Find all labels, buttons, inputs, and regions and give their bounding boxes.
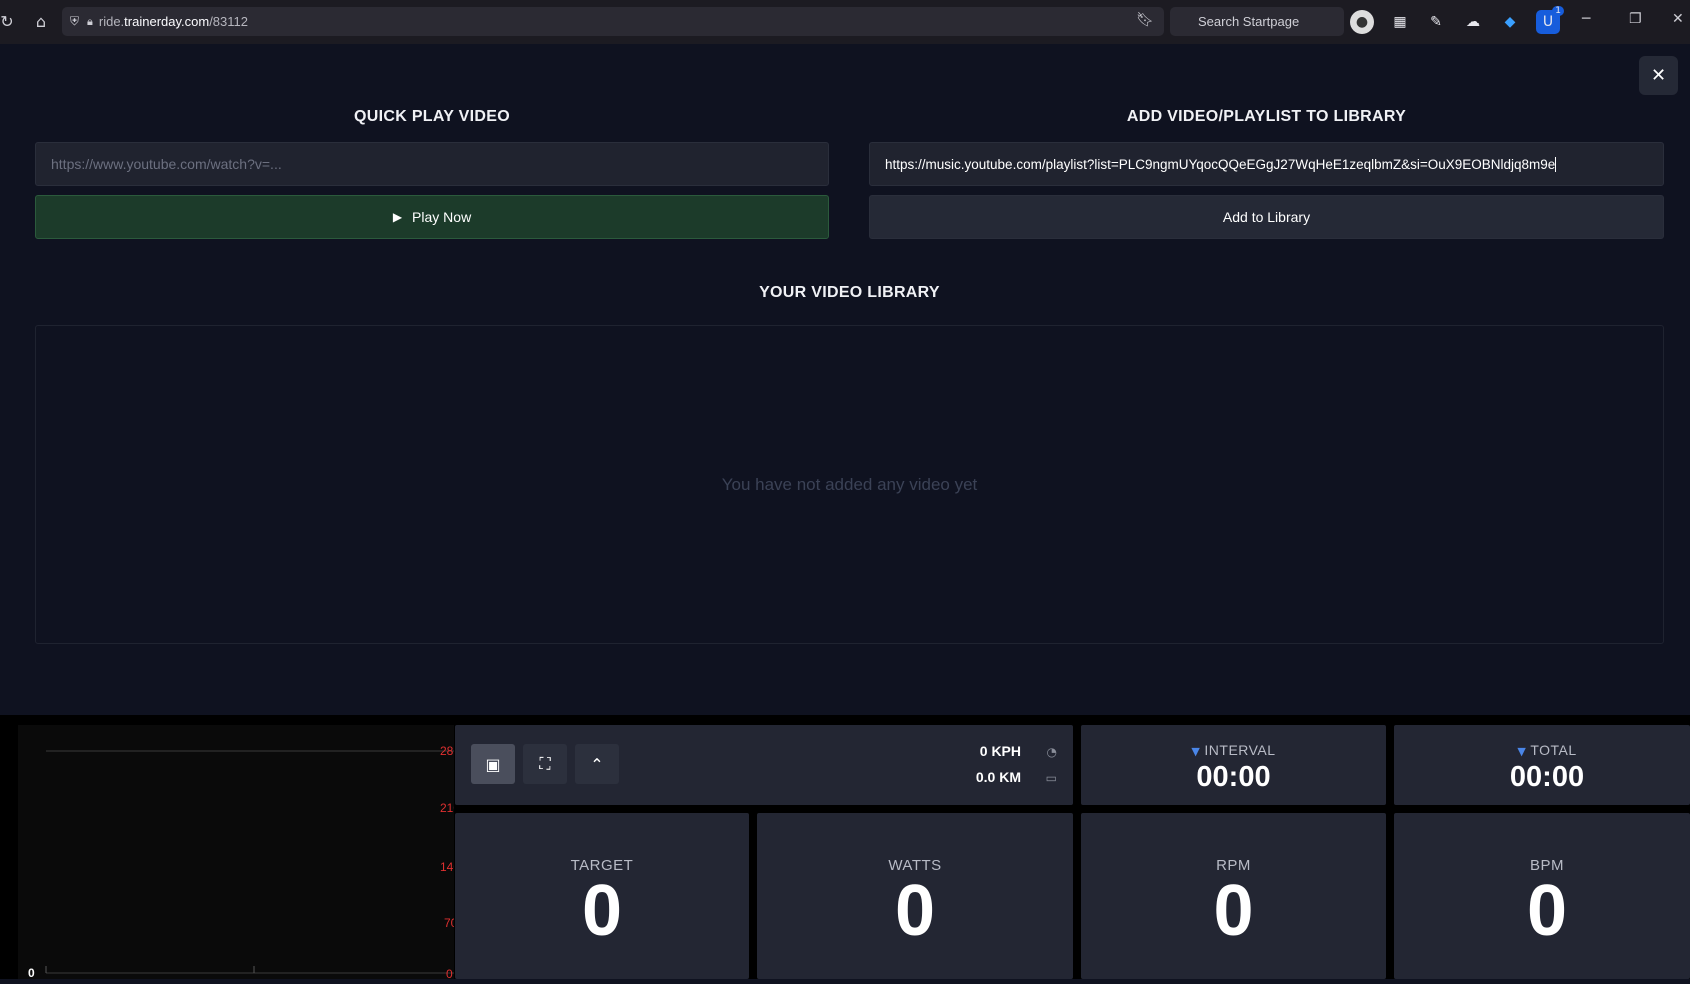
total-timer-panel: ▼ TOTAL 00:00 (1394, 725, 1690, 805)
video-icon: ▣ (485, 754, 501, 774)
gift-icon[interactable]: ▦ (1388, 10, 1412, 34)
metric-bpm: BPM 0 (1394, 813, 1690, 979)
y-tick-label: 210 (440, 801, 454, 815)
address-bar[interactable]: ⛨ 🔒︎ ride.trainerday.com/83112 🔖︎ (62, 7, 1164, 36)
fullscreen-icon: ⛶ (539, 754, 551, 773)
close-modal-button[interactable]: ✕ (1639, 56, 1678, 95)
home-icon[interactable]: ⌂ (28, 12, 54, 31)
shield-icon: ⛨ (70, 14, 80, 28)
library-empty-text: You have not added any video yet (721, 474, 978, 494)
total-time: 00:00 (1509, 761, 1585, 793)
interval-time: 00:00 (1196, 761, 1271, 793)
add-library-title: ADD VIDEO/PLAYLIST TO LIBRARY (1126, 108, 1407, 125)
chart-left-label: 0 (28, 966, 35, 979)
metric-value: 0 (1213, 871, 1254, 951)
y-tick-label: 140 (440, 860, 454, 874)
play-now-button[interactable]: ▶ Play Now (35, 195, 829, 239)
play-icon: ▶ (392, 210, 403, 224)
close-window-icon[interactable]: ✕ (1672, 11, 1684, 27)
distance-icon: ▭ (1045, 771, 1057, 785)
speed-readout: 0 KPH (979, 743, 1021, 759)
add-to-library-button[interactable]: Add to Library (869, 195, 1664, 239)
metric-value: 0 (1526, 871, 1568, 951)
quick-play-title: QUICK PLAY VIDEO (354, 108, 510, 125)
minimize-icon[interactable]: ─ (1582, 11, 1590, 27)
cloud-icon[interactable]: ☁ (1461, 10, 1485, 34)
y-tick-label: 0 (446, 967, 453, 979)
video-modal: ✕ QUICK PLAY VIDEO https://www.youtube.c… (0, 44, 1690, 715)
chart-canvas: 28 210 140 70 0 0 0 (28, 744, 460, 984)
lock-icon: 🔒︎ (87, 14, 93, 28)
metric-rpm: RPM 0 (1081, 813, 1386, 979)
bitwarden-icon[interactable]: U1 (1536, 6, 1564, 34)
distance-readout: 0.0 KM (975, 769, 1021, 785)
quick-play-url-input[interactable]: https://www.youtube.com/watch?v=... (35, 142, 829, 186)
metric-target: TARGET 0 (455, 813, 749, 979)
video-library-title: YOUR VIDEO LIBRARY (759, 284, 940, 301)
ride-dashboard: 28 210 140 70 0 0 0 ▣ ⛶ ⌃ 0 KPH ◔ 0.0 KM… (0, 715, 1690, 984)
url-text: ride.trainerday.com/83112 (98, 14, 248, 29)
metric-value: 0 (894, 871, 936, 951)
video-toggle-button[interactable]: ▣ (471, 744, 515, 784)
feather-icon[interactable]: ✎ (1424, 10, 1448, 34)
fullscreen-button[interactable]: ⛶ (523, 744, 567, 784)
controls-panel: ▣ ⛶ ⌃ 0 KPH ◔ 0.0 KM ▭ (455, 725, 1073, 805)
extension-badge: 1 (1552, 6, 1564, 16)
triangle-down-icon: ▼ (1517, 745, 1527, 758)
extension-icon[interactable]: ◆ (1498, 10, 1522, 34)
browser-toolbar: ↻ ⌂ ⛨ 🔒︎ ride.trainerday.com/83112 🔖︎ Se… (0, 0, 1690, 44)
search-box[interactable]: Search Startpage (1170, 7, 1344, 36)
metric-value: 0 (581, 871, 623, 951)
metric-watts: WATTS 0 (757, 813, 1073, 979)
playlist-url-input[interactable]: https://music.youtube.com/playlist?list=… (869, 142, 1664, 186)
bookmark-icon[interactable]: 🔖︎ (1136, 12, 1154, 28)
y-tick-label: 70 (444, 916, 454, 930)
interval-timer-panel: ▼ INTERVAL 00:00 (1081, 725, 1386, 805)
reload-icon[interactable]: ↻ (0, 12, 20, 31)
profile-icon[interactable]: ● (1350, 10, 1374, 34)
restore-icon[interactable]: ❐ (1629, 11, 1642, 27)
total-label: ▼ TOTAL (1517, 742, 1577, 758)
workout-chart: 28 210 140 70 0 0 0 (18, 725, 460, 984)
triangle-down-icon: ▼ (1191, 745, 1201, 758)
close-icon: ✕ (1650, 65, 1667, 86)
chevron-up-icon: ⌃ (590, 754, 604, 774)
play-now-label: Play Now (412, 209, 472, 225)
video-library-panel: You have not added any video yet (35, 325, 1664, 644)
expand-button[interactable]: ⌃ (575, 744, 619, 784)
interval-label: ▼ INTERVAL (1191, 742, 1276, 758)
speedometer-icon: ◔ (1046, 745, 1057, 759)
y-tick-label: 28 (440, 744, 454, 758)
